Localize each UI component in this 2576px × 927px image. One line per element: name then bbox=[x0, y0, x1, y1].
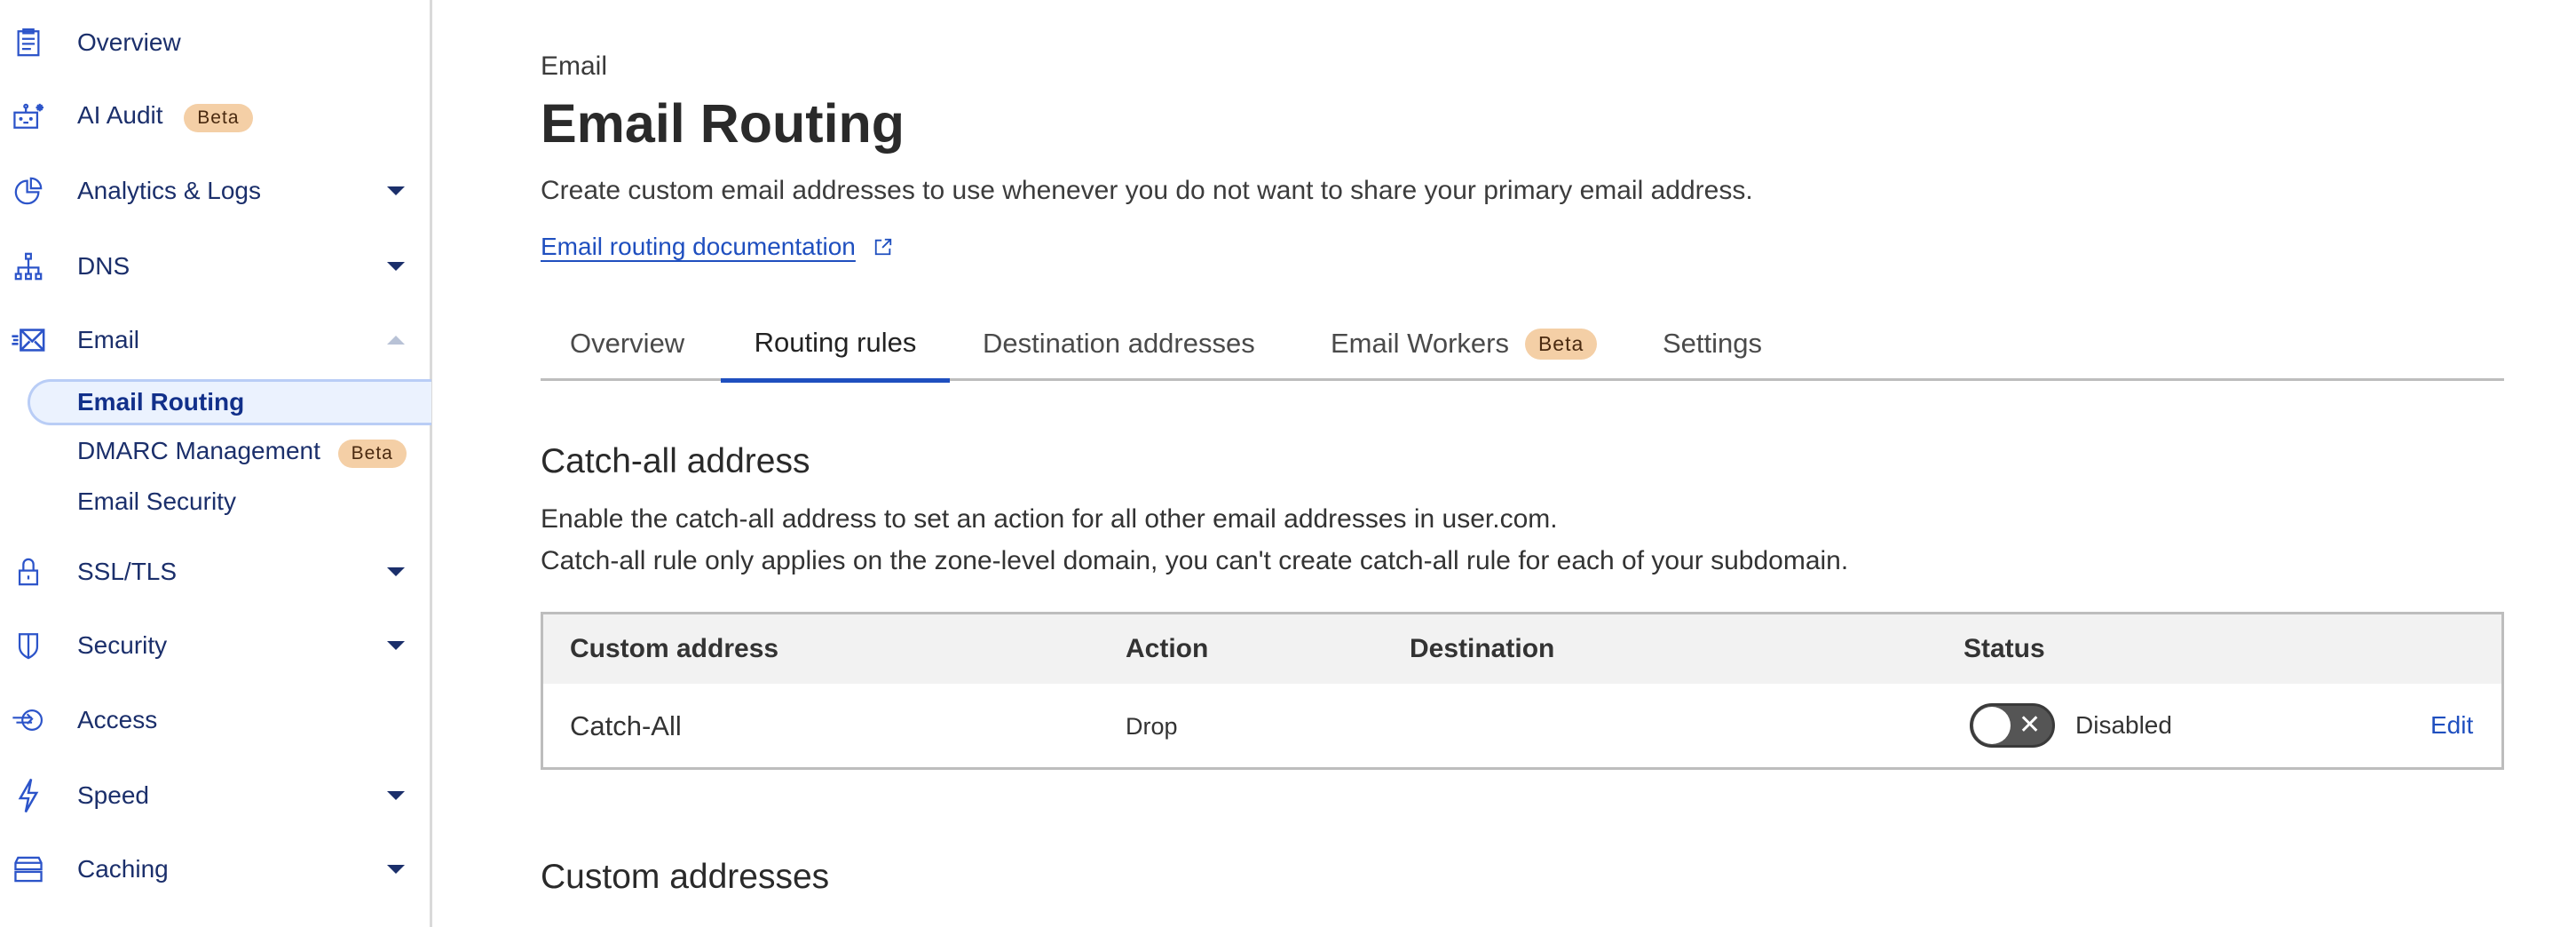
pie-chart-icon bbox=[11, 173, 46, 209]
tab-destination-addresses[interactable]: Destination addresses bbox=[983, 306, 1255, 381]
column-header-custom-address: Custom address bbox=[570, 634, 779, 663]
sidebar-item-label: Email Routing bbox=[77, 388, 245, 416]
clipboard-icon bbox=[11, 25, 46, 60]
shield-icon bbox=[11, 628, 46, 663]
sidebar-item-security[interactable]: Security bbox=[0, 619, 430, 672]
lock-icon bbox=[11, 554, 46, 590]
sidebar-item-access[interactable]: Access bbox=[0, 693, 430, 747]
access-icon bbox=[11, 702, 46, 738]
sidebar-item-label: AI Audit bbox=[77, 100, 163, 129]
sidebar-item-label: Overview bbox=[77, 28, 181, 56]
catch-all-table: Custom address Action Destination Status… bbox=[541, 612, 2504, 770]
page-description: Create custom email addresses to use whe… bbox=[541, 176, 1753, 205]
column-header-destination: Destination bbox=[1410, 634, 1555, 663]
tab-routing-rules[interactable]: Routing rules bbox=[721, 306, 950, 383]
edit-link[interactable]: Edit bbox=[2430, 711, 2473, 740]
tab-email-workers[interactable]: Email Workers Beta bbox=[1331, 306, 1598, 381]
beta-badge: Beta bbox=[337, 439, 407, 468]
sidebar-item-ai-audit[interactable]: AI Audit Beta bbox=[0, 90, 430, 143]
sidebar-subitem-dmarc-management[interactable]: DMARC Management Beta bbox=[0, 429, 430, 475]
sidebar-item-label: Email bbox=[77, 326, 140, 353]
sidebar: Overview AI Audit Beta Analytics & Logs … bbox=[0, 0, 432, 927]
toggle-knob bbox=[1973, 707, 2011, 744]
tab-label: Routing rules bbox=[754, 326, 917, 358]
tab-settings[interactable]: Settings bbox=[1663, 306, 1762, 381]
page-title: Email Routing bbox=[541, 93, 905, 154]
catch-all-heading: Catch-all address bbox=[541, 442, 810, 480]
tab-label: Settings bbox=[1663, 328, 1763, 359]
chevron-down-icon[interactable] bbox=[387, 791, 405, 800]
documentation-link[interactable]: Email routing documentation bbox=[541, 233, 856, 260]
chevron-down-icon[interactable] bbox=[387, 262, 405, 271]
sidebar-item-label: Access bbox=[77, 706, 158, 733]
doc-link-wrapper: Email routing documentation bbox=[541, 233, 893, 263]
sidebar-item-ssl-tls[interactable]: SSL/TLS bbox=[0, 545, 430, 598]
sidebar-item-label: SSL/TLS bbox=[77, 558, 178, 585]
section-label: Email bbox=[541, 52, 608, 81]
beta-badge: Beta bbox=[184, 103, 253, 132]
chevron-up-icon[interactable] bbox=[387, 336, 405, 345]
envelope-icon bbox=[11, 322, 46, 358]
sidebar-item-label: Caching bbox=[77, 855, 169, 883]
table-header: Custom address Action Destination Status bbox=[543, 614, 2501, 684]
tab-label: Destination addresses bbox=[983, 328, 1255, 359]
external-link-icon bbox=[873, 234, 893, 263]
action-cell: Drop bbox=[1126, 713, 1178, 740]
server-icon bbox=[11, 852, 46, 887]
tab-bar: Overview Routing rules Destination addre… bbox=[541, 306, 2504, 383]
chevron-down-icon[interactable] bbox=[387, 186, 405, 195]
sidebar-item-dns[interactable]: DNS bbox=[0, 240, 430, 293]
network-icon bbox=[11, 249, 46, 284]
sidebar-item-analytics-logs[interactable]: Analytics & Logs bbox=[0, 164, 430, 218]
catch-all-description-2: Catch-all rule only applies on the zone-… bbox=[541, 546, 1849, 575]
custom-address-cell: Catch-All bbox=[570, 710, 682, 741]
tab-label: Overview bbox=[570, 328, 685, 359]
sidebar-item-overview[interactable]: Overview bbox=[0, 16, 430, 69]
close-icon: ✕ bbox=[2019, 710, 2042, 740]
sidebar-item-label: Speed bbox=[77, 781, 149, 809]
sidebar-subitem-email-security[interactable]: Email Security bbox=[0, 479, 430, 525]
tab-overview[interactable]: Overview bbox=[570, 306, 684, 381]
sidebar-subitem-email-routing[interactable]: Email Routing bbox=[28, 379, 431, 425]
chevron-down-icon[interactable] bbox=[387, 567, 405, 576]
status-label: Disabled bbox=[2075, 711, 2172, 739]
custom-addresses-heading: Custom addresses bbox=[541, 858, 830, 896]
chevron-down-icon[interactable] bbox=[387, 865, 405, 874]
lightning-icon bbox=[11, 778, 46, 813]
sidebar-item-label: Security bbox=[77, 631, 168, 659]
catch-all-toggle[interactable]: ✕ bbox=[1970, 703, 2055, 748]
sidebar-item-label: Email Security bbox=[77, 487, 236, 515]
chevron-down-icon[interactable] bbox=[387, 641, 405, 650]
beta-badge: Beta bbox=[1524, 328, 1598, 360]
robot-icon bbox=[11, 99, 46, 134]
sidebar-item-label: Analytics & Logs bbox=[77, 177, 261, 204]
catch-all-description-1: Enable the catch-all address to set an a… bbox=[541, 504, 1558, 534]
sidebar-item-caching[interactable]: Caching bbox=[0, 843, 430, 896]
column-header-action: Action bbox=[1126, 634, 1209, 663]
sidebar-item-speed[interactable]: Speed bbox=[0, 769, 430, 822]
column-header-status: Status bbox=[1964, 634, 2045, 663]
sidebar-item-label: DMARC Management bbox=[77, 436, 320, 464]
sidebar-item-email[interactable]: Email bbox=[0, 313, 430, 367]
sidebar-item-label: DNS bbox=[77, 252, 130, 280]
tab-label: Email Workers bbox=[1331, 328, 1509, 359]
